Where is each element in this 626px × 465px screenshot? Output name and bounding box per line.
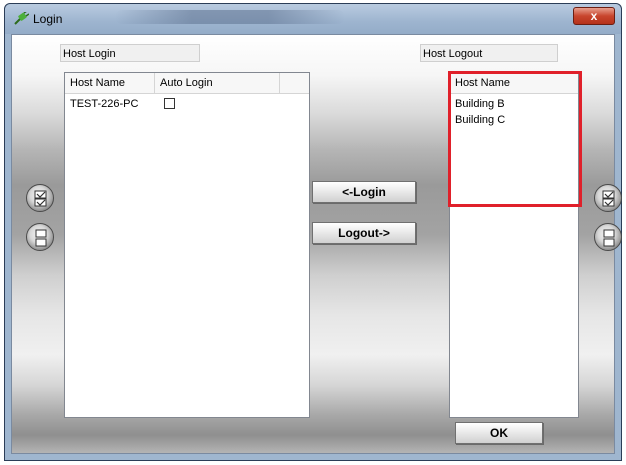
- close-icon: x: [590, 9, 598, 23]
- column-auto-login[interactable]: Auto Login: [155, 73, 280, 93]
- ok-button[interactable]: OK: [455, 422, 543, 444]
- host-login-list[interactable]: Host Name Auto Login TEST-226-PC: [64, 72, 310, 418]
- login-window: Login x Host Login Host Logout Host Name…: [4, 3, 622, 461]
- client-area: Host Login Host Logout Host Name Auto Lo…: [11, 34, 622, 454]
- host-logout-label: Host Logout: [420, 44, 558, 62]
- close-button[interactable]: x: [573, 7, 615, 25]
- host-login-header: Host Name Auto Login: [65, 73, 309, 94]
- uncheck-all-icon: [35, 229, 47, 247]
- login-button[interactable]: <-Login: [312, 181, 416, 203]
- uncheck-all-icon: [603, 229, 615, 247]
- auto-login-checkbox[interactable]: [164, 98, 175, 109]
- check-all-icon: [34, 190, 47, 207]
- select-all-login-button[interactable]: [26, 184, 54, 212]
- select-all-logout-button[interactable]: [594, 184, 622, 212]
- table-row[interactable]: TEST-226-PC: [65, 96, 309, 112]
- highlight-box: [448, 71, 582, 207]
- title-blur: [115, 10, 345, 24]
- window-title: Login: [33, 12, 63, 26]
- host-login-label: Host Login: [60, 44, 200, 62]
- auto-login-cell: [155, 96, 215, 112]
- deselect-all-logout-button[interactable]: [594, 223, 622, 251]
- column-host-name[interactable]: Host Name: [65, 73, 155, 93]
- check-all-icon: [602, 190, 615, 207]
- deselect-all-login-button[interactable]: [26, 223, 54, 251]
- column-filler: [280, 73, 309, 93]
- host-name-cell: TEST-226-PC: [70, 98, 139, 110]
- logout-button[interactable]: Logout->: [312, 222, 416, 244]
- title-bar[interactable]: Login x: [5, 4, 621, 34]
- plug-icon: [13, 10, 30, 26]
